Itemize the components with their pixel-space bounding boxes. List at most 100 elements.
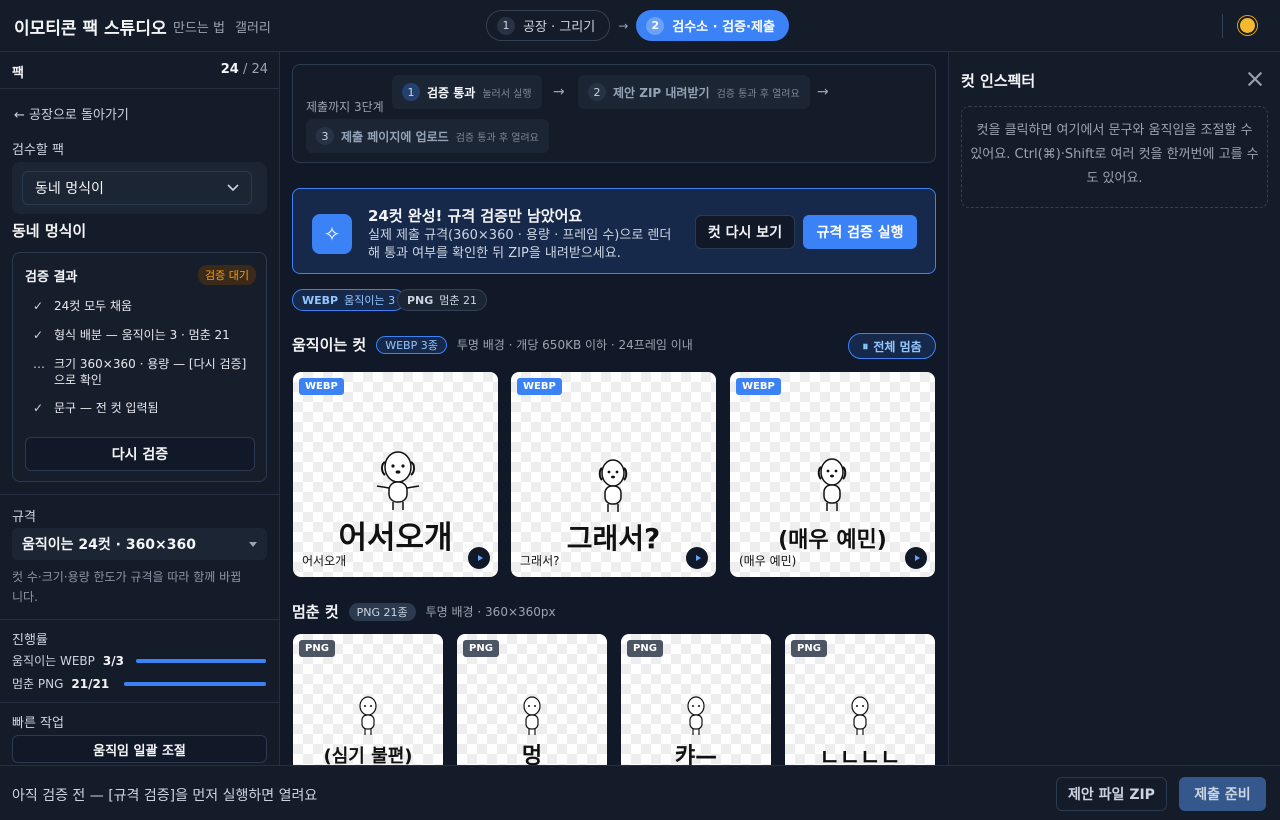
filter-chip-png[interactable]: PNG 멈춘 21: [397, 289, 488, 311]
still-section-header: 멈춘 컷 PNG 21종 투명 배경 · 360×360px: [292, 601, 556, 622]
progress-label: 진행률: [12, 633, 48, 648]
bulk-motion-button[interactable]: 움직임 일괄 조절: [12, 735, 267, 763]
submit-step-upload: 3 제출 페이지에 업로드 검증 통과 후 열려요: [306, 119, 549, 153]
pack-select[interactable]: 동네 멍식이: [22, 171, 252, 205]
sticker-text: (심기 불편): [323, 746, 413, 765]
sticker-text: 캬—: [674, 744, 718, 765]
back-to-factory-link[interactable]: ← 공장으로 돌아가기: [14, 104, 129, 123]
check-item: ✓ 문구 — 전 컷 입력됨: [33, 400, 253, 416]
check-icon: ✓: [33, 299, 44, 313]
sticker-tile[interactable]: WEBP (매우 예민) (매우 예민): [730, 372, 935, 577]
dog-character-icon: [687, 696, 705, 735]
step-label: 검수소 · 검증·제출: [672, 20, 775, 35]
check-text: 24컷 모두 채움: [54, 299, 133, 313]
sticker-tile[interactable]: PNG 캬—: [621, 634, 771, 765]
nav-link-gallery[interactable]: 갤러리: [235, 17, 271, 36]
select-label: 검수할 팩: [12, 143, 64, 158]
inspector-title: 컷 인스펙터: [961, 72, 1036, 90]
format-badge: PNG: [627, 640, 663, 657]
progress-bar: [124, 682, 266, 686]
app-title[interactable]: 이모티콘 팩 스튜디오: [14, 14, 167, 39]
section-note: 투명 배경 · 360×360px: [425, 605, 556, 619]
section-tag: PNG 21종: [348, 602, 416, 621]
filter-chip-webp[interactable]: WEBP 움직이는 3: [292, 289, 406, 311]
top-bar: 이모티콘 팩 스튜디오 만드는 법 갤러리 1 공장 · 그리기 → 2 검수소…: [0, 0, 1280, 52]
step-number: 1: [402, 83, 420, 101]
theme-toggle-sun-icon[interactable]: [1240, 18, 1255, 33]
play-icon[interactable]: [468, 547, 490, 569]
progress-fill: [136, 659, 266, 663]
dog-character-icon: [359, 696, 377, 735]
inspector-empty-hint: 컷을 클릭하면 여기에서 문구와 움직임을 조절할 수 있어요. Ctrl(⌘)…: [961, 106, 1268, 208]
download-zip-button[interactable]: 제안 파일 ZIP: [1056, 777, 1167, 811]
pack-count-current: 24: [220, 62, 239, 77]
progress-item-value: 3/3: [102, 653, 124, 668]
step-number: 2: [588, 83, 606, 101]
sticker-text: 그래서?: [566, 522, 661, 555]
left-sidebar: 팩 24 / 24 ← 공장으로 돌아가기 검수할 팩 동네 멍식이 동네 멍식…: [0, 52, 280, 765]
step-sub: 검증 통과 후 열려요: [455, 132, 539, 144]
pack-select-box: 동네 멍식이: [12, 162, 267, 214]
divider: [0, 494, 279, 495]
dog-character-icon: [598, 459, 628, 512]
result-title: 검증 결과: [25, 269, 78, 285]
step-sub: 검증 통과 후 열려요: [716, 88, 800, 100]
progress-row-webp: 움직이는 WEBP 3/3: [12, 652, 268, 669]
format-badge: WEBP: [517, 378, 562, 395]
workflow-steps: 1 공장 · 그리기 → 2 검수소 · 검증·제출: [486, 10, 789, 41]
sticker-text: (매우 예민): [778, 528, 887, 553]
play-icon[interactable]: [905, 547, 927, 569]
sticker-tile[interactable]: WEBP 어서오개 어서오개: [293, 372, 498, 577]
progress-row-png: 멈춘 PNG 21/21: [12, 675, 268, 692]
review-cuts-button[interactable]: 컷 다시 보기: [695, 215, 795, 249]
play-icon[interactable]: [686, 547, 708, 569]
top-nav: 만드는 법 갤러리: [173, 17, 271, 36]
run-validation-button[interactable]: 규격 검증 실행: [803, 215, 917, 249]
arrow-right-icon: →: [618, 18, 629, 33]
arrow-right-icon: →: [553, 84, 565, 100]
chevron-down-icon: [227, 184, 239, 192]
step-factory[interactable]: 1 공장 · 그리기: [486, 10, 611, 41]
divider: [1222, 14, 1223, 38]
animated-section-header: 움직이는 컷 WEBP 3종 투명 배경 · 개당 650KB 이하 · 24프…: [292, 334, 693, 355]
caret-down-icon: [249, 541, 257, 547]
submit-step-validate[interactable]: 1 검증 통과 눌러서 실행: [392, 75, 542, 109]
check-text: 문구 — 전 컷 입력됨: [54, 401, 159, 415]
dog-character-icon: [817, 458, 847, 511]
main-panel: 제출까지 3단계 1 검증 통과 눌러서 실행 → 2 제안 ZIP 내려받기 …: [280, 52, 948, 765]
sticker-tile[interactable]: PNG 멍: [457, 634, 607, 765]
pack-count: 24 / 24: [221, 62, 268, 81]
sticker-tile[interactable]: PNG (심기 불편): [293, 634, 443, 765]
sticker-tile[interactable]: WEBP 그래서? 그래서?: [511, 372, 716, 577]
submit-prepare-button[interactable]: 제출 준비: [1179, 777, 1266, 811]
cut-inspector-panel: 컷 인스펙터 컷을 클릭하면 여기에서 문구와 움직임을 조절할 수 있어요. …: [948, 52, 1280, 765]
step-number: 3: [316, 127, 334, 145]
section-tag: WEBP 3종: [376, 335, 447, 354]
divider: [0, 702, 279, 703]
sticker-tile[interactable]: PNG ㄴㄴㄴㄴ: [785, 634, 935, 765]
step-inspection[interactable]: 2 검수소 · 검증·제출: [636, 10, 789, 41]
progress-item-label: 멈춘 PNG: [12, 677, 64, 691]
pause-all-button[interactable]: ⏸ 전체 멈춤: [848, 333, 936, 359]
steps-card-label: 제출까지 3단계: [306, 100, 384, 114]
step-label: 공장 · 그리기: [523, 20, 596, 35]
close-icon[interactable]: [1243, 67, 1267, 91]
completion-banner: ✧ 24컷 완성! 규격 검증만 남았어요 실제 제출 규격(360×360 ·…: [292, 188, 936, 274]
format-badge: PNG: [791, 640, 827, 657]
step-title: 제출 페이지에 업로드: [341, 129, 449, 144]
banner-description: 실제 제출 규격(360×360 · 용량 · 프레임 수)으로 렌더해 통과 …: [368, 228, 672, 261]
progress-bar: [136, 659, 266, 663]
check-text: 크기 360×360 · 용량 — [다시 검증] 으로 확인: [54, 357, 247, 387]
quick-actions-label: 빠른 작업: [12, 716, 64, 731]
validation-result-card: 검증 결과 검증 대기 ✓ 24컷 모두 채움 ✓ 형식 배분 — 움직이는 3 ·…: [12, 252, 267, 482]
nav-link-how-to[interactable]: 만드는 법: [173, 17, 225, 36]
dog-character-icon: [376, 451, 420, 510]
step-number: 2: [646, 16, 665, 35]
dog-character-icon: [851, 696, 869, 735]
section-title: 멈춘 컷: [292, 603, 339, 621]
pack-title: 동네 멍식이: [12, 222, 87, 240]
spec-select[interactable]: 움직이는 24컷 · 360×360: [12, 528, 267, 560]
chip-text: 움직이는 3: [344, 294, 396, 307]
recheck-button[interactable]: 다시 검증: [25, 437, 255, 471]
format-badge: PNG: [463, 640, 499, 657]
